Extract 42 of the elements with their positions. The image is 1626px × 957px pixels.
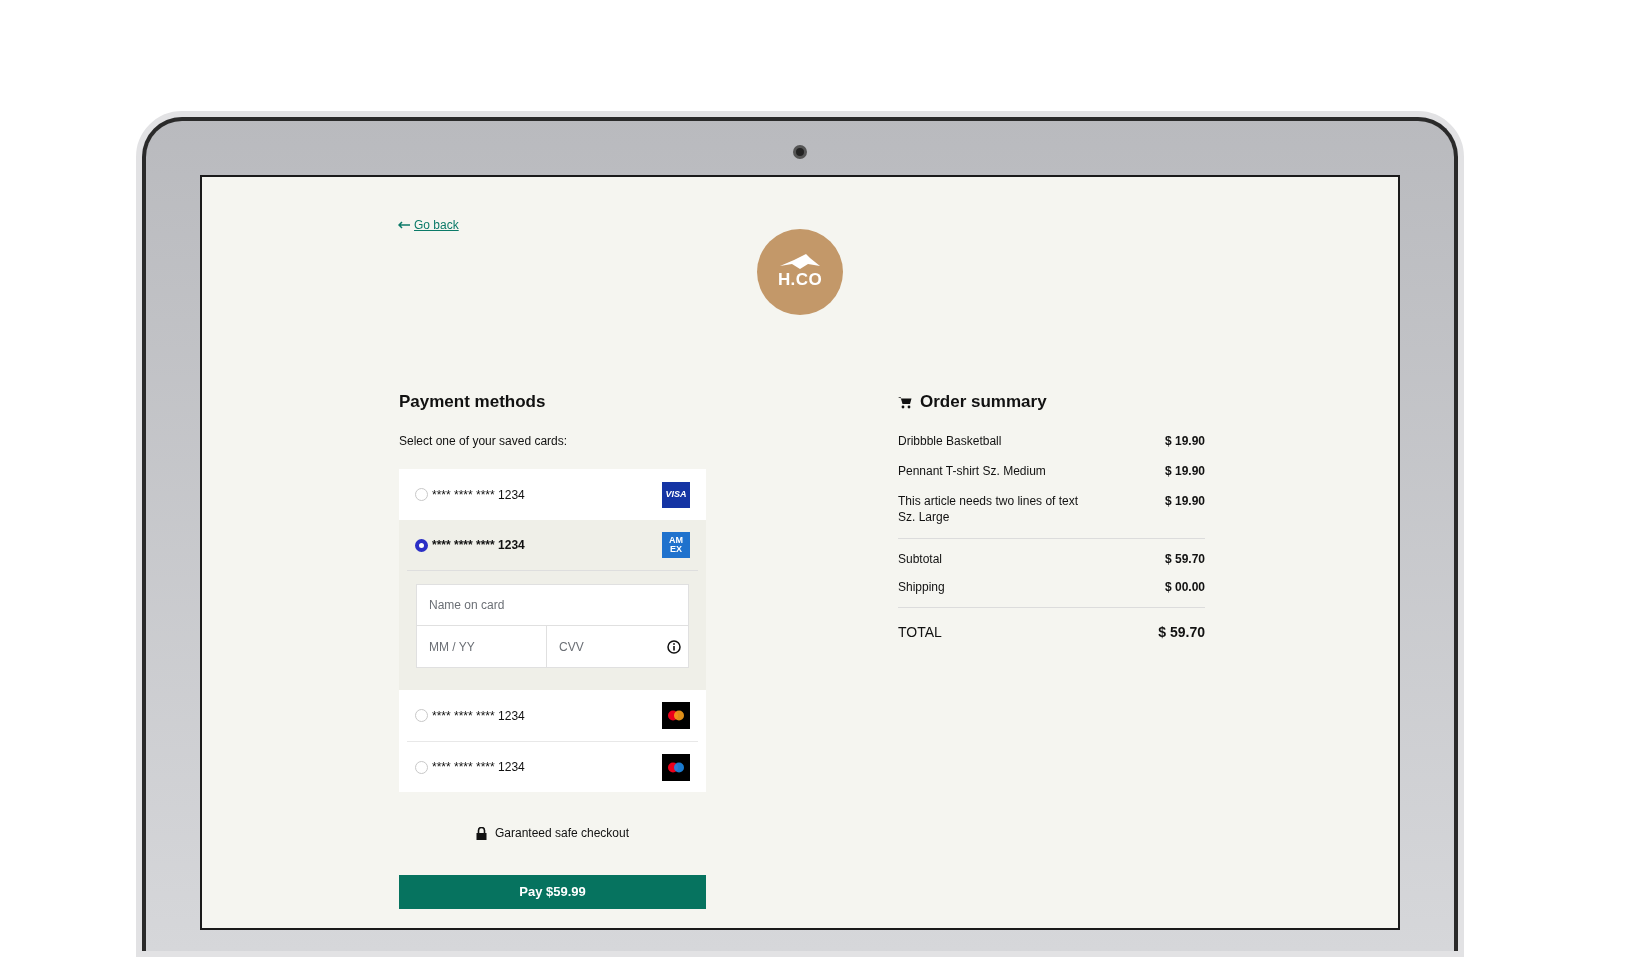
item-price: $ 19.90 (1164, 433, 1205, 449)
pay-button[interactable]: Pay $59.99 (399, 875, 706, 909)
item-detail: Sz. Large (898, 509, 951, 525)
summary-value: $ 59.70 (1164, 551, 1205, 567)
info-icon[interactable] (667, 640, 681, 654)
item-name: Dribbble Basketball (898, 433, 1002, 449)
section-title: Payment methods (399, 391, 547, 413)
card-brand-logo: VISA (662, 481, 690, 508)
expiry-field[interactable]: MM / YY (416, 626, 547, 668)
card-number: **** **** **** 1234 (432, 486, 525, 504)
cart-icon (898, 395, 912, 409)
card-brand-logo (662, 753, 690, 781)
saved-card-option[interactable]: **** **** **** 1234 AM EX (407, 520, 698, 571)
saved-card-option[interactable]: **** **** **** 1234 (407, 690, 698, 741)
logo-text: H.CO (777, 270, 823, 290)
back-arrow-icon (398, 221, 410, 229)
lock-icon (475, 826, 487, 840)
mountain-icon (780, 254, 820, 270)
summary-value: $ 00.00 (1164, 579, 1205, 595)
item-price: $ 19.90 (1164, 463, 1205, 479)
item-price: $ 19.90 (1164, 493, 1205, 509)
cvv-field[interactable]: CVV (547, 626, 689, 668)
instruction-text: Select one of your saved cards: (399, 433, 569, 449)
total-value: $ 59.70 (1158, 623, 1205, 642)
summary-label: Shipping (898, 579, 945, 595)
safe-checkout-note: Garanteed safe checkout (494, 825, 630, 842)
card-brand-logo (662, 702, 690, 729)
card-number: **** **** **** 1234 (432, 537, 525, 554)
summary-label: Subtotal (898, 551, 943, 567)
saved-card-option[interactable]: **** **** **** 1234 VISA (407, 469, 698, 520)
radio-button[interactable] (415, 538, 428, 552)
item-name: Pennant T-shirt Sz. Medium (898, 463, 1046, 479)
card-number: **** **** **** 1234 (432, 759, 525, 776)
name-on-card-field[interactable]: Name on card (416, 584, 689, 626)
card-number: **** **** **** 1234 (432, 707, 525, 725)
saved-card-option[interactable]: **** **** **** 1234 (407, 741, 698, 792)
camera-icon (793, 145, 807, 159)
section-title: Order summary (920, 391, 1047, 414)
total-label: TOTAL (898, 623, 942, 642)
item-name: This article needs two lines of text (898, 493, 1079, 509)
go-back-link[interactable]: Go back (414, 216, 459, 234)
card-brand-logo: AM EX (662, 532, 690, 558)
